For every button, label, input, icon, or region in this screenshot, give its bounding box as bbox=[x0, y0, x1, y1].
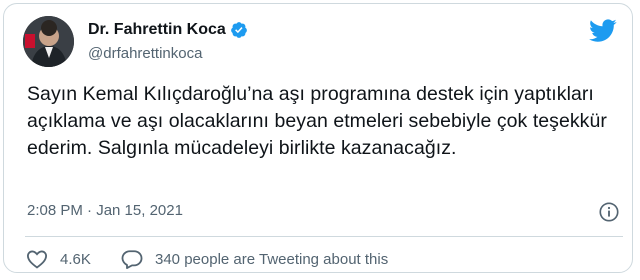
twitter-bird-icon[interactable] bbox=[589, 19, 617, 43]
like-count: 4.6K bbox=[60, 250, 91, 268]
tweet-text: Sayın Kemal Kılıçdaroğlu’na aşı programı… bbox=[27, 83, 607, 159]
divider bbox=[25, 236, 623, 237]
like-button[interactable]: 4.6K bbox=[26, 249, 91, 269]
verified-badge-icon bbox=[231, 22, 247, 38]
tweet-timestamp[interactable]: 2:08 PM · Jan 15, 2021 bbox=[27, 202, 183, 219]
info-icon[interactable] bbox=[598, 201, 620, 223]
tweeting-about-label: 340 people are Tweeting about this bbox=[155, 250, 389, 268]
tweet-card: Dr. Fahrettin Koca @drfahrettinkoca Sayı… bbox=[3, 3, 633, 273]
author-name[interactable]: Dr. Fahrettin Koca bbox=[88, 21, 226, 39]
avatar[interactable] bbox=[23, 16, 74, 67]
author-handle[interactable]: @drfahrettinkoca bbox=[88, 45, 202, 62]
speech-bubble-icon bbox=[121, 250, 143, 269]
avatar-image bbox=[23, 16, 74, 67]
tweeting-about-link[interactable]: 340 people are Tweeting about this bbox=[121, 249, 388, 269]
heart-icon bbox=[26, 250, 48, 269]
